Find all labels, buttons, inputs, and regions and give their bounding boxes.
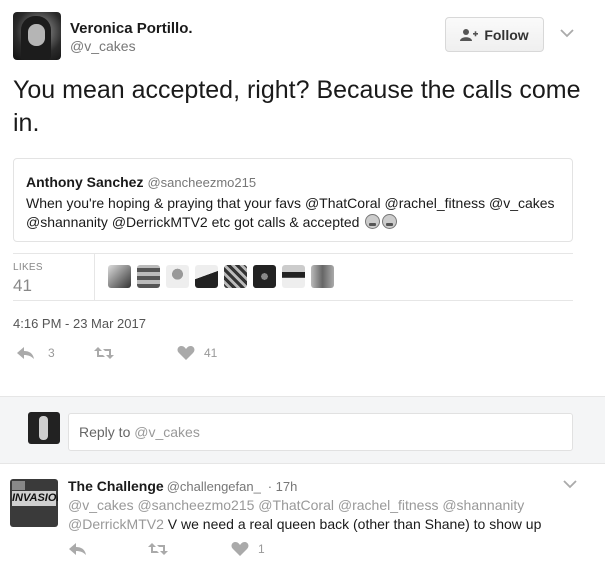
reply-input[interactable]: Reply to @v_cakes (68, 413, 573, 451)
retweet-icon (148, 543, 168, 555)
author-name[interactable]: Veronica Portillo. (70, 20, 193, 37)
reply-prefix: Reply to (79, 424, 135, 440)
quoted-tweet-text: When you're hoping & praying that your f… (26, 195, 555, 230)
liker-avatar[interactable] (224, 265, 247, 288)
like-action[interactable]: 1 (230, 542, 265, 556)
reply-action[interactable] (68, 542, 96, 556)
quoted-tweet[interactable]: Anthony Sanchez @sancheezmo215 When you'r… (13, 158, 573, 242)
likes-count[interactable]: 41 (13, 276, 32, 296)
retweet-icon (94, 347, 114, 359)
like-count: 1 (258, 542, 265, 556)
follow-button[interactable]: Follow (445, 17, 544, 52)
retweet-action[interactable] (148, 542, 176, 556)
likes-label: LIKES (13, 262, 43, 273)
liker-avatar[interactable] (166, 265, 189, 288)
liker-avatar[interactable] (195, 265, 218, 288)
reply-icon (69, 543, 86, 555)
reply-author-avatar[interactable]: INVASION (10, 479, 58, 527)
chevron-down-icon[interactable] (560, 28, 574, 38)
divider (94, 253, 95, 300)
reply-icon (17, 347, 34, 359)
like-count: 41 (204, 346, 218, 360)
reply-mention: @v_cakes (134, 424, 200, 440)
reply-author-name[interactable]: The Challenge (68, 478, 164, 494)
follow-button-label: Follow (484, 26, 529, 43)
quoted-author-name: Anthony Sanchez (26, 174, 144, 190)
heart-icon (177, 346, 195, 360)
reply-time[interactable]: · 17h (268, 479, 298, 494)
liker-avatar[interactable] (282, 265, 305, 288)
heart-icon (231, 542, 249, 556)
weary-face-icon (382, 214, 398, 229)
reply-author-handle[interactable]: @challengefan_ (167, 479, 261, 494)
author-avatar[interactable] (13, 12, 61, 60)
liker-avatar[interactable] (311, 265, 334, 288)
divider (13, 300, 573, 301)
liker-avatar[interactable] (253, 265, 276, 288)
current-user-avatar (28, 412, 60, 444)
reply-compose-area: Reply to @v_cakes (0, 396, 605, 464)
reply-action[interactable]: 3 (16, 346, 55, 360)
liker-avatar[interactable] (137, 265, 160, 288)
add-person-icon (460, 28, 479, 41)
liker-avatar[interactable] (108, 265, 131, 288)
divider (13, 253, 573, 254)
quoted-author-handle: @sancheezmo215 (147, 175, 257, 190)
retweet-action[interactable] (94, 346, 122, 360)
avatar-logo-text: INVASION (12, 491, 58, 506)
tweet-timestamp[interactable]: 4:16 PM - 23 Mar 2017 (13, 316, 146, 331)
mtv-logo-icon (12, 481, 25, 490)
reply-text: V we need a real queen back (other than … (167, 516, 542, 532)
weary-face-icon (365, 214, 381, 229)
author-handle[interactable]: @v_cakes (70, 38, 136, 54)
chevron-down-icon[interactable] (563, 479, 577, 489)
like-action[interactable]: 41 (176, 346, 217, 360)
tweet-text: You mean accepted, right? Because the ca… (13, 76, 581, 137)
reply-count: 3 (48, 346, 55, 360)
